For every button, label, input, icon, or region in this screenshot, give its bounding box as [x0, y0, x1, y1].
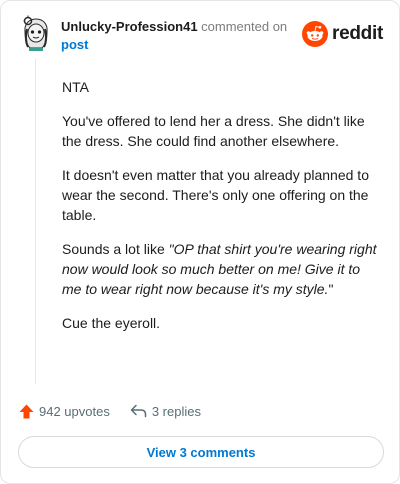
upvote-button[interactable]: 942 upvotes [19, 404, 110, 419]
replies-button[interactable]: 3 replies [130, 404, 201, 419]
comment-card: Unlucky-Profession41 commented on post r… [0, 0, 400, 484]
comment-body: NTA You've offered to lend her a dress. … [62, 77, 382, 347]
comment-actions: 942 upvotes 3 replies [19, 401, 221, 421]
comment-meta: Unlucky-Profession41 commented on post [61, 18, 287, 54]
upvote-arrow-icon [19, 404, 34, 418]
reply-arrow-icon [130, 404, 147, 418]
upvote-count: 942 upvotes [39, 403, 110, 419]
comment-paragraph: It doesn't even matter that you already … [62, 167, 369, 223]
reddit-snoo-icon [302, 21, 329, 47]
commented-on-text: commented on [201, 19, 288, 34]
comment-quote-paragraph: Sounds a lot like "OP that shirt you're … [62, 239, 382, 299]
comment-header: Unlucky-Profession41 commented on post r… [19, 15, 383, 55]
reddit-logo[interactable]: reddit [302, 21, 383, 47]
reddit-wordmark: reddit [332, 23, 383, 44]
comment-paragraph: NTA [62, 79, 89, 95]
quote-intro: Sounds a lot like [62, 241, 169, 257]
username-link[interactable]: Unlucky-Profession41 [61, 19, 198, 34]
view-comments-button[interactable]: View 3 comments [18, 436, 384, 468]
thread-line[interactable] [35, 59, 36, 384]
quote-end: " [328, 281, 334, 297]
comment-paragraph: You've offered to lend her a dress. She … [62, 113, 365, 149]
comment-paragraph: Cue the eyeroll. [62, 315, 161, 331]
post-link[interactable]: post [61, 36, 287, 54]
reply-count: 3 replies [151, 403, 201, 419]
user-avatar[interactable] [19, 15, 53, 51]
